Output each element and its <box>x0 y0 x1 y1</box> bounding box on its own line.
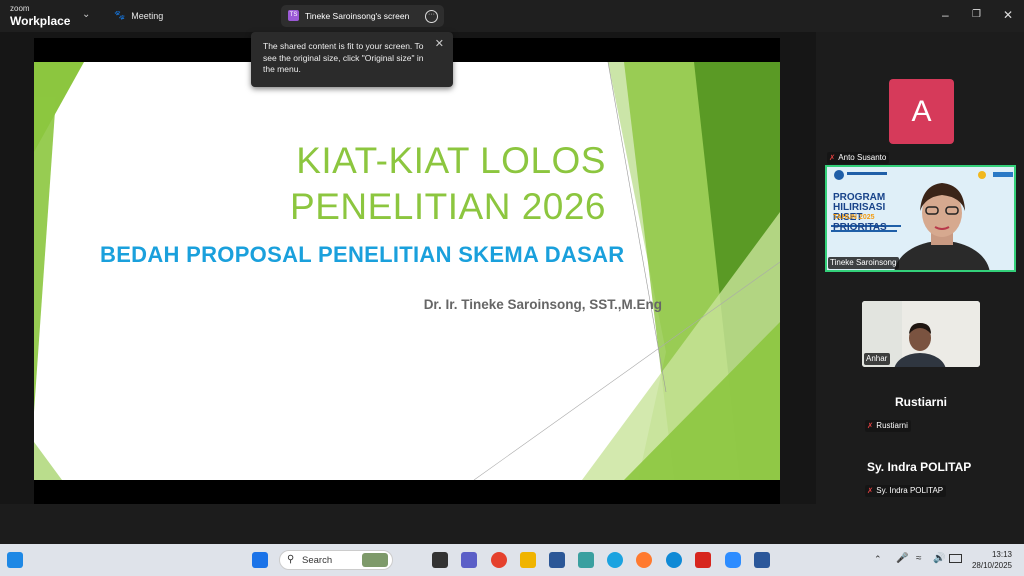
teams-icon[interactable] <box>461 552 477 568</box>
video-banner-year: TAHUN 2025 <box>833 214 875 221</box>
paw-icon: 🐾 <box>114 10 126 20</box>
muted-mic-icon: ✗ <box>867 486 874 495</box>
slide-decoration <box>34 62 780 480</box>
participant-name: Tineke Saroinsong <box>830 258 897 267</box>
search-icon: ⚲ <box>287 554 295 565</box>
microphone-icon[interactable]: 🎤 <box>896 553 908 564</box>
meeting-label: Meeting <box>131 10 164 21</box>
slide-title-line2: PENELITIAN 2026 <box>290 186 606 227</box>
fit-screen-tooltip: The shared content is fit to your screen… <box>251 32 453 87</box>
participant-name: Sy. Indra POLITAP <box>876 486 944 495</box>
participant-name-tag: Tineke Saroinsong <box>828 257 900 269</box>
participant-name: Rustiarni <box>876 421 908 430</box>
share-label: Tineke Saroinsong's screen <box>305 11 410 21</box>
close-tooltip-icon[interactable]: ✕ <box>435 37 444 50</box>
edge-icon[interactable] <box>666 552 682 568</box>
minimize-icon[interactable]: – <box>942 8 949 22</box>
participant-name-tag: Anhar <box>864 353 891 365</box>
muted-mic-icon: ✗ <box>829 153 836 162</box>
more-options-icon[interactable]: ··· <box>425 10 438 23</box>
slide-author: Dr. Ir. Tineke Saroinsong, SST.,M.Eng <box>423 297 662 312</box>
task-view-icon[interactable] <box>432 552 448 568</box>
battery-icon[interactable] <box>949 554 962 563</box>
brand-large: Workplace <box>10 14 71 28</box>
slide-subtitle: BEDAH PROPOSAL PENELITIAN SKEMA DASAR <box>100 242 625 267</box>
chrome-icon[interactable] <box>491 552 507 568</box>
close-window-icon[interactable]: ✕ <box>1003 8 1013 22</box>
sharer-initials: TS <box>288 10 299 21</box>
widgets-icon[interactable] <box>7 552 23 568</box>
taskbar-search[interactable]: ⚲ Search <box>279 550 393 570</box>
firefox-icon[interactable] <box>636 552 652 568</box>
participant-tile-name[interactable]: Sy. Indra POLITAP <box>867 460 971 474</box>
video-banner-title: PROGRAM HILIRISASI RISET PRIORITAS <box>833 192 887 233</box>
app-icon[interactable] <box>578 552 594 568</box>
chevron-down-icon[interactable]: ⌄ <box>82 9 90 20</box>
slide-canvas: KIAT-KIAT LOLOS PENELITIAN 2026 BEDAH PR… <box>34 62 780 480</box>
windows-taskbar: ⚲ Search ⌃ 🎤 ≈ 🔊 13:13 28/10/2025 <box>0 544 1024 576</box>
brand-small: zoom <box>10 4 30 13</box>
share-indicator[interactable]: TS Tineke Saroinsong's screen ··· <box>281 5 444 27</box>
participant-video[interactable]: Anhar <box>862 301 980 367</box>
restore-icon[interactable]: ❐ <box>972 9 981 20</box>
clock-time: 13:13 <box>991 550 1012 559</box>
participant-name-tag: ✗ Rustiarni <box>865 420 911 432</box>
participant-avatar[interactable]: A <box>889 79 954 144</box>
zoom-logo: zoom Workplace <box>10 4 71 28</box>
wifi-icon[interactable]: ≈ <box>916 553 922 564</box>
participant-name-tag: ✗ Sy. Indra POLITAP <box>865 485 947 497</box>
search-label: Search <box>302 555 333 566</box>
muted-mic-icon: ✗ <box>867 421 874 430</box>
zoom-app-icon[interactable] <box>725 552 741 568</box>
title-bar: zoom Workplace ⌄ 🐾 Meeting TS Tineke Sar… <box>0 0 1024 32</box>
participant-name-tag: ✗ Anto Susanto <box>827 152 890 164</box>
meeting-menu-button[interactable]: 🐾 Meeting <box>114 10 163 21</box>
search-highlight-icon <box>362 553 388 567</box>
store-icon[interactable] <box>549 552 565 568</box>
participant-video-active-speaker[interactable]: PROGRAM HILIRISASI RISET PRIORITAS TAHUN… <box>825 165 1016 272</box>
start-button-icon[interactable] <box>252 552 268 568</box>
slide-title: KIAT-KIAT LOLOS PENELITIAN 2026 <box>290 138 606 230</box>
clock-date: 28/10/2025 <box>971 561 1012 570</box>
slide-title-line1: KIAT-KIAT LOLOS <box>296 140 606 181</box>
app-icon[interactable] <box>607 552 623 568</box>
tooltip-text: The shared content is fit to your screen… <box>263 41 424 74</box>
shared-slide: KIAT-KIAT LOLOS PENELITIAN 2026 BEDAH PR… <box>34 38 780 504</box>
participant-name: Anhar <box>866 354 888 363</box>
word-icon[interactable] <box>754 552 770 568</box>
file-explorer-icon[interactable] <box>520 552 536 568</box>
pdf-reader-icon[interactable] <box>695 552 711 568</box>
volume-icon[interactable]: 🔊 <box>933 553 945 564</box>
participant-tile-name[interactable]: Rustiarni <box>895 395 947 409</box>
participant-name: Anto Susanto <box>838 153 887 162</box>
system-clock[interactable]: 13:13 28/10/2025 <box>972 549 1012 571</box>
chevron-up-icon[interactable]: ⌃ <box>874 554 882 565</box>
